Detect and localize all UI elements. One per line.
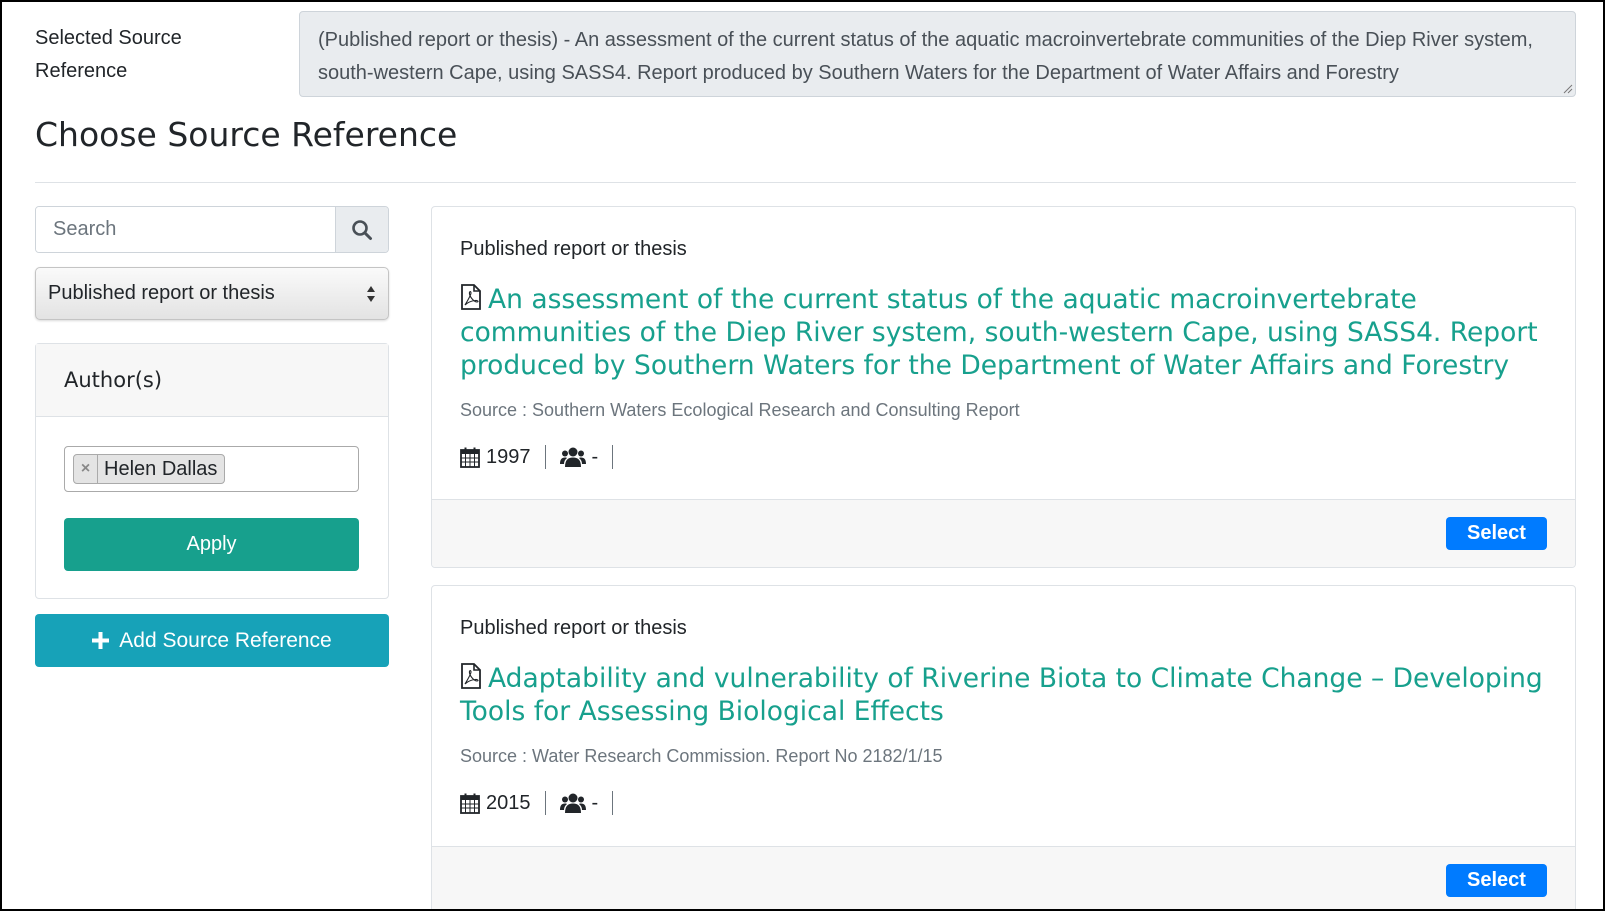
result-type: Published report or thesis: [460, 617, 687, 639]
result-card-footer: Select: [432, 499, 1575, 567]
resize-grip-icon[interactable]: [1561, 82, 1573, 94]
meta-divider: [544, 445, 546, 469]
result-source: Source : Southern Waters Ecological Rese…: [460, 400, 1020, 420]
reference-type-select[interactable]: Published report or thesis: [35, 267, 389, 320]
author-filter-header: Author(s): [36, 344, 388, 417]
result-source: Source : Water Research Commission. Repo…: [460, 746, 943, 766]
search-input[interactable]: [36, 207, 335, 252]
result-authors: -: [591, 791, 599, 814]
tag-remove-icon[interactable]: ×: [74, 455, 98, 483]
result-meta: 2015 -: [460, 789, 1547, 817]
result-title: An assessment of the current status of t…: [460, 284, 1538, 381]
meta-divider: [612, 791, 614, 815]
plus-icon: [92, 632, 110, 649]
select-arrows-icon: [367, 286, 375, 302]
result-year: 1997: [486, 445, 531, 468]
select-button[interactable]: Select: [1446, 864, 1547, 897]
result-meta: 1997 -: [460, 443, 1547, 471]
calendar-icon: [460, 793, 480, 814]
users-icon: [559, 447, 586, 467]
users-icon: [559, 793, 586, 813]
author-tag-label: Helen Dallas: [104, 457, 218, 480]
select-button[interactable]: Select: [1446, 517, 1547, 550]
result-type: Published report or thesis: [460, 238, 687, 260]
result-year: 2015: [486, 791, 531, 814]
search-icon: [352, 219, 372, 240]
result-card-footer: Select: [432, 846, 1575, 909]
result-title: Adaptability and vulnerability of Riveri…: [460, 663, 1543, 727]
pdf-file-icon: [461, 284, 481, 310]
author-tag-input[interactable]: × Helen Dallas: [64, 446, 359, 492]
selected-source-label: Selected Source Reference: [35, 27, 182, 82]
selected-source-textarea[interactable]: (Published report or thesis) - An assess…: [299, 11, 1576, 97]
reference-type-value: Published report or thesis: [48, 282, 275, 304]
page-title: Choose Source Reference: [35, 115, 458, 154]
add-source-reference-label: Add Source Reference: [119, 628, 332, 652]
pdf-file-icon: [461, 663, 481, 689]
result-card: Published report or thesis An assessment…: [431, 206, 1576, 568]
divider: [35, 182, 1576, 183]
selected-source-value: (Published report or thesis) - An assess…: [318, 29, 1533, 84]
meta-divider: [544, 791, 546, 815]
apply-button[interactable]: Apply: [64, 518, 359, 571]
meta-divider: [612, 445, 614, 469]
result-title-link[interactable]: An assessment of the current status of t…: [460, 283, 1547, 382]
result-title-link[interactable]: Adaptability and vulnerability of Riveri…: [460, 662, 1547, 728]
source-reference-panel: Selected Source Reference (Published rep…: [0, 0, 1605, 911]
result-authors: -: [591, 445, 599, 468]
author-filter-card: Author(s) × Helen Dallas Apply: [35, 343, 389, 599]
search-group: [35, 206, 389, 253]
add-source-reference-button[interactable]: Add Source Reference: [35, 614, 389, 667]
result-card: Published report or thesis Adaptability …: [431, 585, 1576, 909]
search-button[interactable]: [335, 207, 388, 252]
calendar-icon: [460, 447, 480, 468]
author-tag: × Helen Dallas: [73, 454, 226, 484]
